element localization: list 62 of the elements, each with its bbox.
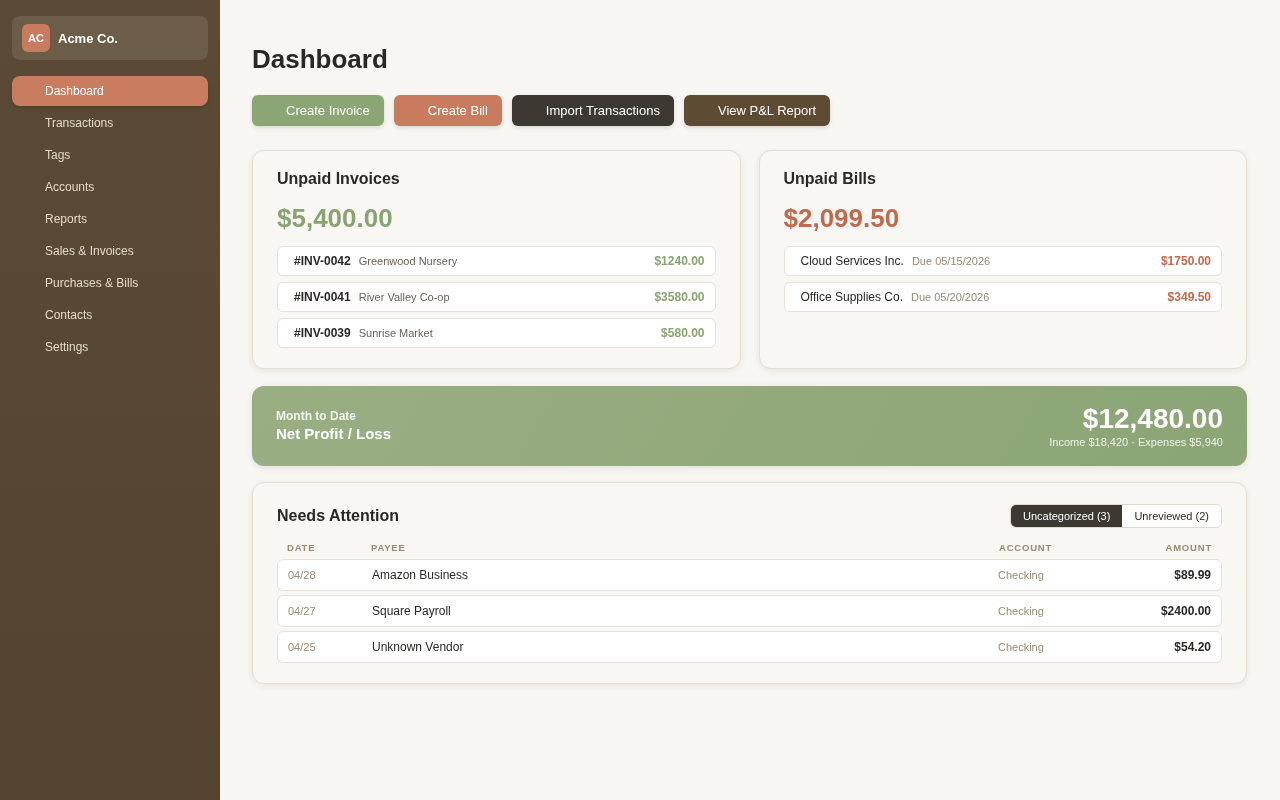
customer-name: Sunrise Market <box>358 327 433 339</box>
vendor-name: Office Supplies Co. <box>800 290 903 304</box>
net-profit-amount: $12,480.00 <box>1082 403 1223 435</box>
nav-item[interactable]: Sales & Invoices <box>12 236 208 266</box>
action-button[interactable]: Import Transactions <box>511 95 674 126</box>
invoice-row[interactable]: #INV-0041 River Valley Co-op $3580.00 <box>277 282 716 312</box>
filter-tab[interactable]: Uncategorized (3) <box>1010 505 1123 527</box>
table-cell-text: $2400.00 <box>1159 604 1211 618</box>
nav-item[interactable]: Settings <box>12 332 208 362</box>
card-title: Unpaid Bills <box>783 169 877 189</box>
table-cell-text: 04/25 <box>288 641 317 653</box>
nav-item[interactable]: Contacts <box>12 300 208 330</box>
vendor-name: Cloud Services Inc. <box>800 254 904 268</box>
due-date: Due 05/15/2026 <box>911 255 991 267</box>
table-row[interactable]: 04/25 Unknown Vendor Checking $54.20 <box>277 631 1222 663</box>
bill-row[interactable]: Cloud Services Inc. Due 05/15/2026 $1750.00 <box>783 246 1222 276</box>
invoice-amount: $580.00 <box>661 326 705 340</box>
column-header: DATE <box>287 542 317 554</box>
table-row[interactable]: 04/27 Square Payroll Checking $2400.00 <box>277 595 1222 627</box>
bill-amount: $349.50 <box>1167 290 1211 304</box>
card-title: Needs Attention <box>277 506 400 526</box>
invoices-total: $5,400.00 <box>277 202 394 234</box>
table-cell-text: Checking <box>998 569 1045 581</box>
table-cell-text: Checking <box>998 641 1045 653</box>
action-button[interactable]: View P&L Report <box>683 95 831 126</box>
page-title: Dashboard <box>252 44 389 74</box>
customer-name: Greenwood Nursery <box>358 255 458 267</box>
table-cell-text: Square Payroll <box>372 604 452 618</box>
table-cell-text: 04/28 <box>288 569 317 581</box>
table-row[interactable]: 04/28 Amazon Business Checking $89.99 <box>277 559 1222 591</box>
nav-item[interactable]: Reports <box>12 204 208 234</box>
invoice-number: #INV-0041 <box>294 290 351 304</box>
column-header: AMOUNT <box>1164 542 1212 554</box>
bill-row[interactable]: Office Supplies Co. Due 05/20/2026 $349.50 <box>783 282 1222 312</box>
invoice-row[interactable]: #INV-0042 Greenwood Nursery $1240.00 <box>277 246 716 276</box>
banner-title: Net Profit / Loss <box>276 424 391 444</box>
column-header: PAYEE <box>371 542 407 554</box>
company-name: Acme Co. <box>58 30 118 46</box>
nav-item[interactable]: Transactions <box>12 108 208 138</box>
income-expenses-text: Income $18,420 · Expenses $5,940 <box>1049 435 1223 449</box>
customer-name: River Valley Co-op <box>358 291 450 303</box>
table-cell-text: 04/27 <box>288 605 317 617</box>
nav-item[interactable]: Tags <box>12 140 208 170</box>
table-cell-text: Checking <box>998 605 1045 617</box>
card-title: Unpaid Invoices <box>277 169 401 189</box>
table-cell-text: Unknown Vendor <box>372 640 465 654</box>
bill-amount: $1750.00 <box>1160 254 1211 268</box>
nav-item[interactable]: Accounts <box>12 172 208 202</box>
nav-item[interactable]: Purchases & Bills <box>12 268 208 298</box>
invoice-number: #INV-0042 <box>294 254 351 268</box>
bills-total: $2,099.50 <box>783 202 901 234</box>
company-avatar: AC <box>22 24 50 52</box>
table-cell-text: Amazon Business <box>372 568 470 582</box>
invoice-row[interactable]: #INV-0039 Sunrise Market $580.00 <box>277 318 716 348</box>
table-cell-text: $54.20 <box>1173 640 1211 654</box>
invoice-amount: $3580.00 <box>654 290 705 304</box>
table-cell-text: $89.99 <box>1173 568 1211 582</box>
column-header: ACCOUNT <box>999 542 1054 554</box>
due-date: Due 05/20/2026 <box>911 291 990 303</box>
period-label: Month to Date <box>276 408 357 424</box>
invoice-number: #INV-0039 <box>294 326 351 340</box>
invoice-amount: $1240.00 <box>654 254 705 268</box>
